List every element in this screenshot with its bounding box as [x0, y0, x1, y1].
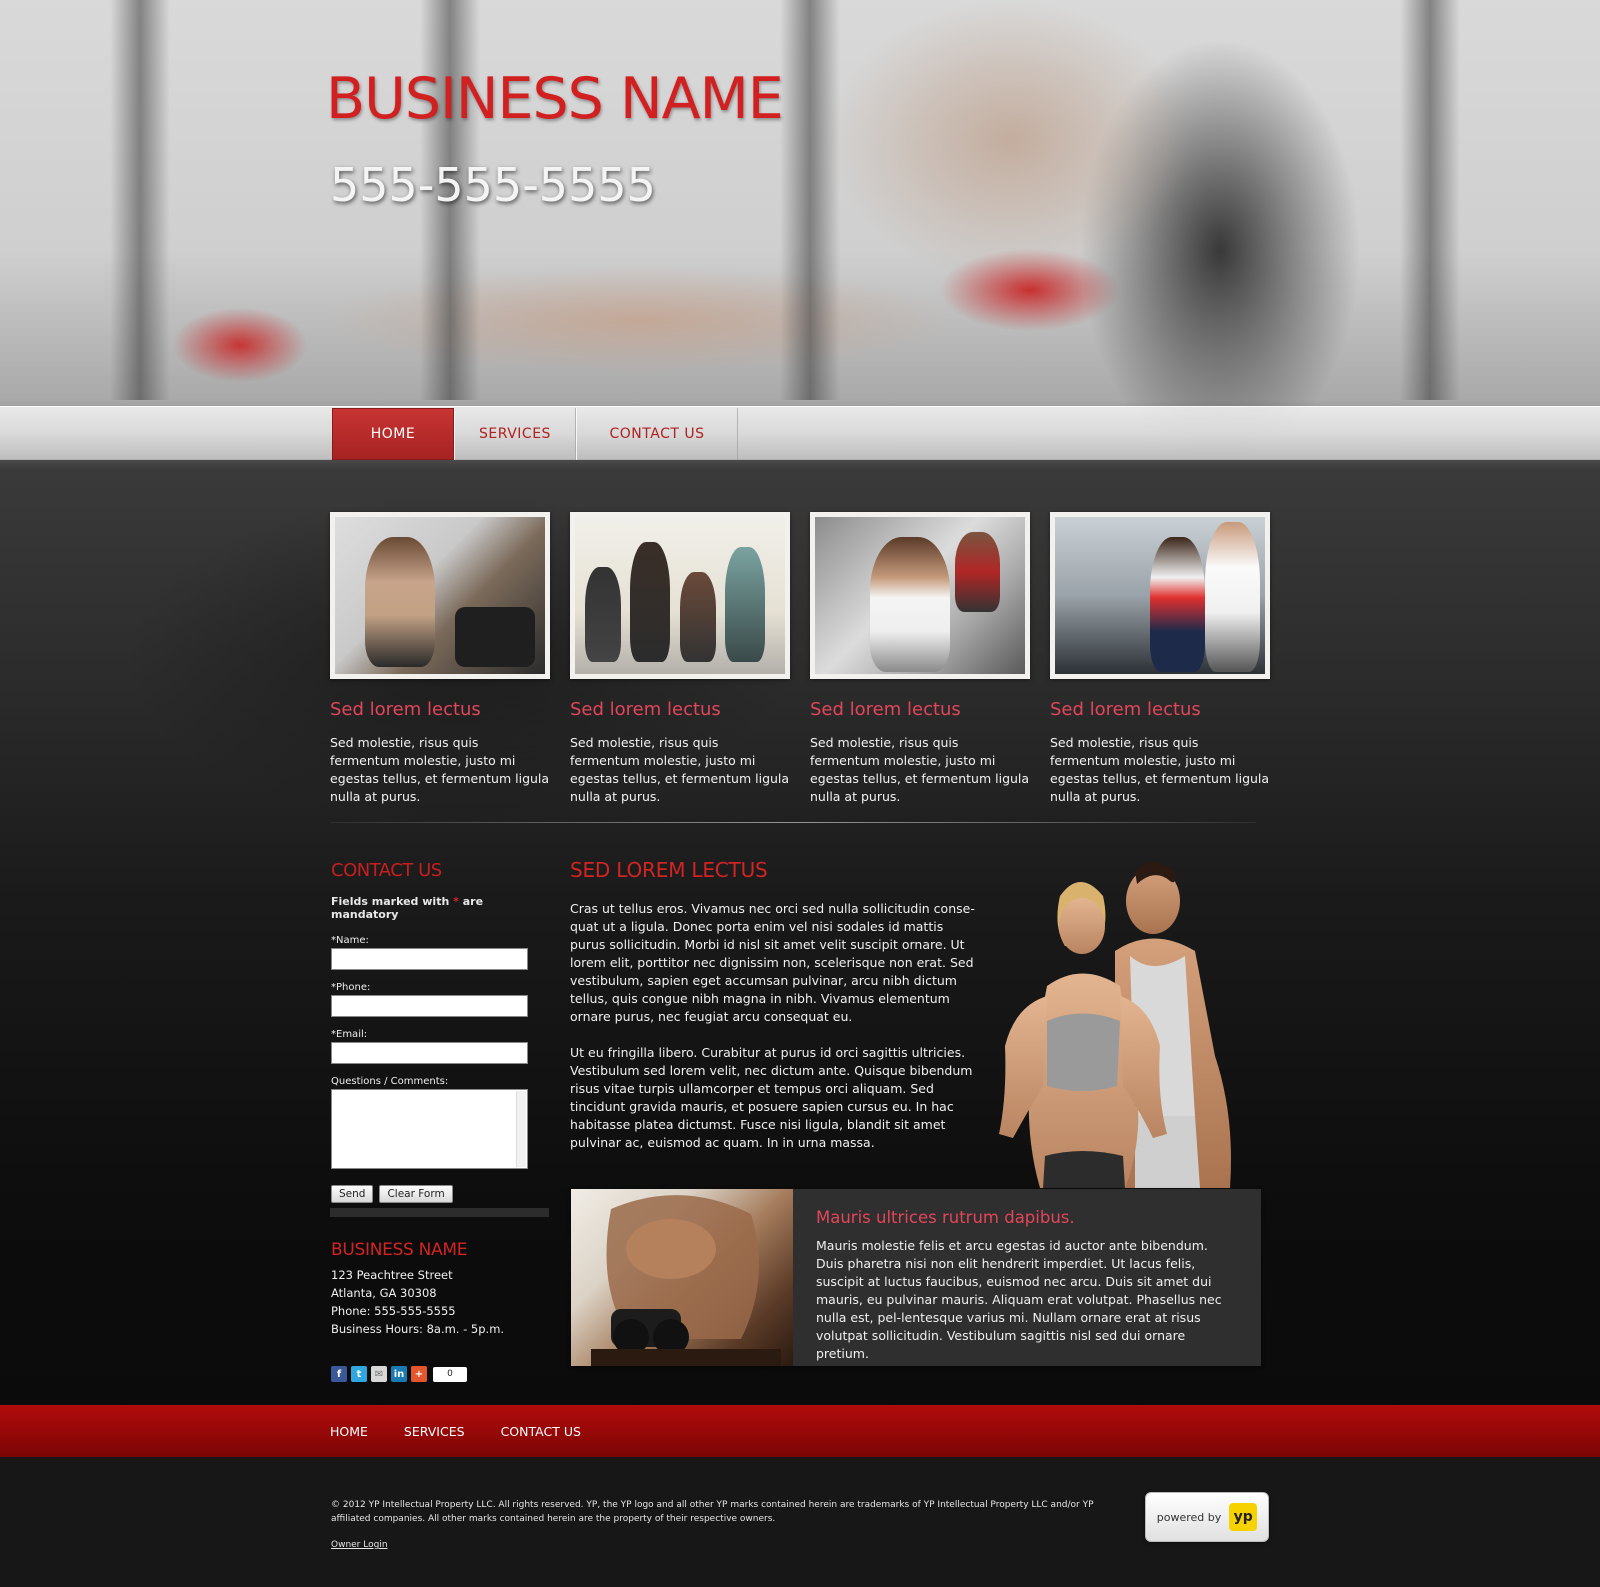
- name-label: *Name:: [331, 935, 369, 946]
- feature-photo-weight-machine: [815, 517, 1025, 674]
- article-heading: SED LOREM LECTUS: [570, 858, 768, 882]
- email-label: *Email:: [331, 1029, 368, 1040]
- feature-text: Sed molestie, risus quis fermentum moles…: [810, 735, 1030, 804]
- feature-photo-step-class: [575, 517, 785, 674]
- callout-heading: Mauris ultrices rutrum dapibus.: [816, 1208, 1075, 1227]
- phone-field[interactable]: [331, 995, 528, 1017]
- phone-label: *Phone:: [331, 982, 371, 993]
- feature-text: Sed molestie, risus quis fermentum moles…: [570, 735, 790, 804]
- footer-nav-bar: [0, 1405, 1600, 1457]
- main-nav-bar: [0, 406, 1600, 460]
- footer-nav-home[interactable]: HOME: [330, 1424, 368, 1439]
- owner-login-link[interactable]: Owner Login: [331, 1540, 388, 1550]
- powered-by-label: powered by: [1156, 1510, 1222, 1524]
- feature-title: Sed lorem lectus: [330, 699, 481, 720]
- powered-by-yp-badge[interactable]: powered by yp: [1145, 1492, 1269, 1542]
- feature-card: Sed lorem lectus Sed molestie, risus qui…: [810, 512, 1030, 806]
- textarea-scrollbar[interactable]: [516, 1091, 526, 1167]
- section-divider: [330, 822, 1256, 823]
- business-info-heading: BUSINESS NAME: [331, 1240, 468, 1260]
- email-icon[interactable]: ✉: [371, 1366, 387, 1382]
- send-button[interactable]: Send: [331, 1185, 374, 1203]
- feature-text: Sed molestie, risus quis fermentum moles…: [330, 735, 550, 804]
- business-name-logo[interactable]: BUSINESS NAME: [326, 66, 784, 132]
- feature-photo-spin-class: [335, 517, 545, 674]
- email-field[interactable]: [331, 1042, 528, 1064]
- feature-image-frame: [810, 512, 1030, 679]
- feature-title: Sed lorem lectus: [810, 699, 961, 720]
- yp-logo-icon: yp: [1229, 1503, 1258, 1531]
- linkedin-icon[interactable]: in: [391, 1366, 407, 1382]
- business-info: BUSINESS NAME 123 Peachtree Street Atlan…: [331, 1240, 551, 1338]
- form-buttons: Send Clear Form: [331, 1185, 551, 1203]
- contact-heading: CONTACT US: [331, 860, 442, 881]
- nav-contact-us[interactable]: CONTACT US: [576, 408, 738, 460]
- callout-box: Mauris ultrices rutrum dapibus. Mauris m…: [571, 1189, 1261, 1366]
- callout-bodybuilder-image: [571, 1189, 793, 1366]
- footer-nav-contact-us[interactable]: CONTACT US: [501, 1424, 581, 1439]
- article-paragraph: Cras ut tellus eros. Vivamus nec orci se…: [570, 901, 975, 1024]
- feature-title: Sed lorem lectus: [570, 699, 721, 720]
- feature-image-frame: [570, 512, 790, 679]
- main-article: SED LOREM LECTUS Cras ut tellus eros. Vi…: [570, 858, 980, 1152]
- plus-share-icon[interactable]: +: [411, 1366, 427, 1382]
- contact-form: CONTACT US Fields marked with * are mand…: [331, 860, 551, 1203]
- legal-notice: © 2012 YP Intellectual Property LLC. All…: [331, 1500, 1094, 1524]
- business-hours: Business Hours: 8a.m. - 5p.m.: [331, 1322, 505, 1336]
- clear-form-button[interactable]: Clear Form: [379, 1185, 453, 1203]
- feature-image-frame: [330, 512, 550, 679]
- main-nav: HOME SERVICES CONTACT US: [332, 408, 738, 460]
- feature-card: Sed lorem lectus Sed molestie, risus qui…: [570, 512, 790, 806]
- business-city: Atlanta, GA 30308: [331, 1286, 437, 1300]
- comments-textarea[interactable]: [331, 1089, 528, 1169]
- article-paragraph: Ut eu fringilla libero. Curabitur at pur…: [570, 1045, 973, 1150]
- callout-text: Mauris molestie felis et arcu egestas id…: [816, 1238, 1222, 1361]
- page: BUSINESS NAME 555-555-5555 HOME SERVICES…: [0, 0, 1600, 1587]
- mandatory-note: Fields marked with * are mandatory: [331, 895, 551, 921]
- feature-card: Sed lorem lectus Sed molestie, risus qui…: [330, 512, 550, 806]
- feature-card: Sed lorem lectus Sed molestie, risus qui…: [1050, 512, 1270, 806]
- feature-photo-dumbbell-trainer: [1055, 517, 1265, 674]
- feature-text: Sed molestie, risus quis fermentum moles…: [1050, 735, 1270, 804]
- footer-nav-services[interactable]: SERVICES: [404, 1424, 465, 1439]
- feature-cards: Sed lorem lectus Sed molestie, risus qui…: [330, 512, 1270, 804]
- business-phone: Phone: 555-555-5555: [331, 1304, 456, 1318]
- footer-nav: HOME SERVICES CONTACT US: [330, 1405, 581, 1457]
- name-field[interactable]: [331, 948, 528, 970]
- social-share-bar: f t ✉ in + 0: [331, 1366, 467, 1382]
- fitness-couple-image: [985, 856, 1270, 1188]
- feature-image-frame: [1050, 512, 1270, 679]
- header-phone: 555-555-5555: [330, 158, 656, 212]
- comments-label: Questions / Comments:: [331, 1076, 449, 1087]
- twitter-icon[interactable]: t: [351, 1366, 367, 1382]
- facebook-icon[interactable]: f: [331, 1366, 347, 1382]
- nav-services[interactable]: SERVICES: [454, 408, 576, 460]
- nav-home[interactable]: HOME: [332, 408, 454, 460]
- share-count: 0: [433, 1366, 467, 1382]
- sidebar-separator: [330, 1208, 549, 1217]
- feature-title: Sed lorem lectus: [1050, 699, 1201, 720]
- mandatory-note-prefix: Fields marked with: [331, 895, 454, 908]
- business-street: 123 Peachtree Street: [331, 1268, 453, 1282]
